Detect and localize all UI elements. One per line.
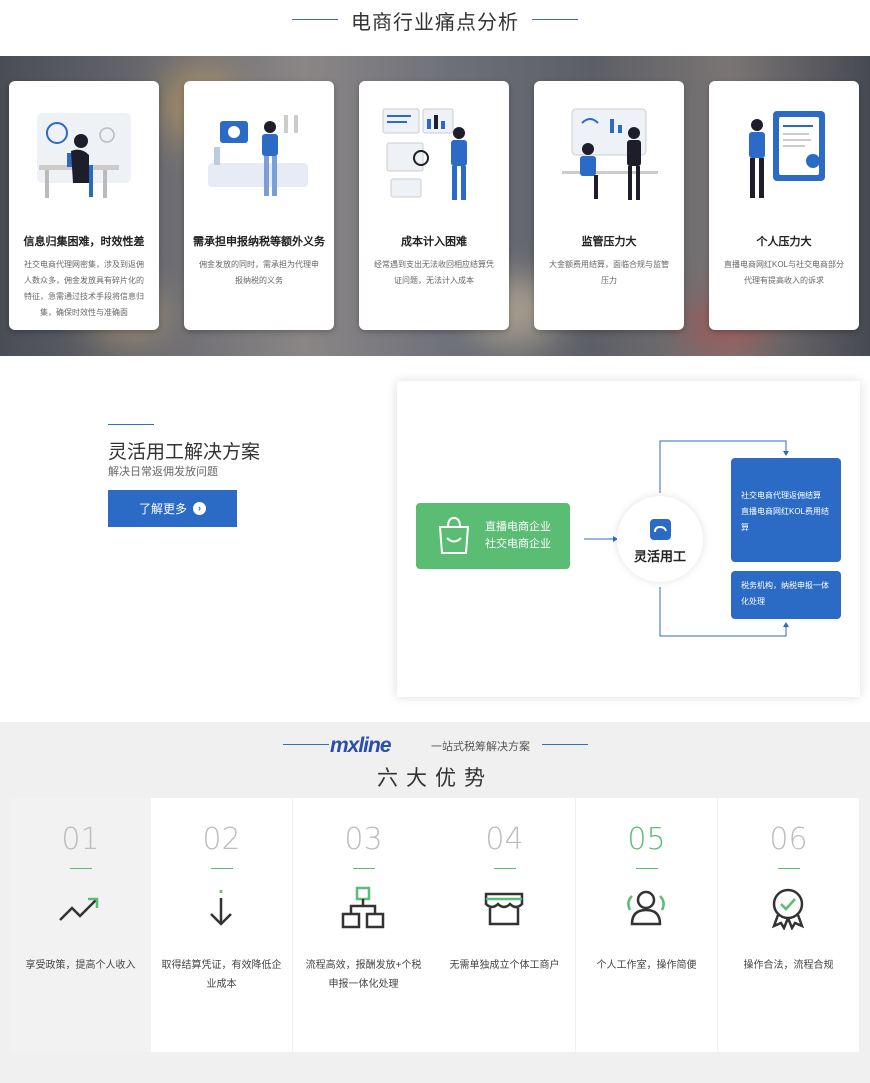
brand-tagline: 一站式税筹解决方案 (431, 741, 530, 753)
pain-card-tax: 需承担申报纳税等额外义务 佣金发放的同时，需承担为代理申报纳税的义务 (184, 81, 334, 330)
pain-card-regulation: 监管压力大 大金额费用结算，面临合规与监管压力 (534, 81, 684, 330)
solution-title: 灵活用工解决方案 (108, 442, 261, 463)
green-underline (494, 868, 516, 869)
card-title: 个人压力大 (756, 236, 812, 248)
settlement-line-1: 社交电商代理返佣结算 (741, 491, 821, 500)
merchant-line-social: 社交电商企业 (485, 538, 551, 550)
invoice-person-illustration (749, 111, 825, 198)
settlement-line-2: 直播电商网红KOL费用结算 (741, 507, 830, 532)
green-underline (636, 868, 658, 869)
pain-card-personal: 个人压力大 直播电商网红KOL与社交电商部分代理有提高收入的诉求 (709, 81, 859, 330)
advantage-text: 享受政策，提高个人收入 (25, 960, 136, 971)
card-title: 需承担申报纳税等额外义务 (193, 236, 325, 248)
org-chart-icon (341, 886, 385, 929)
advantage-text: 流程高效，报酬发放+个税申报一体化处理 (305, 960, 422, 990)
card-title: 成本计入困难 (401, 236, 467, 248)
advantage-text: 个人工作室，操作简便 (596, 960, 697, 971)
advantage-number: 01 (61, 822, 100, 857)
advantage-tile: 02 取得结算凭证，有效降低企业成本 (151, 798, 292, 1052)
advantage-text: 操作合法，流程合规 (743, 960, 834, 971)
green-underline (211, 868, 233, 869)
chevron-right-icon: › (193, 502, 206, 515)
green-underline (778, 868, 800, 869)
card-desc: 直播电商网红KOL与社交电商部分代理有提高收入的诉求 (723, 260, 844, 285)
pain-section-title: 电商行业痛点分析 (351, 12, 519, 34)
pain-card-info: 信息归集困难，时效性差 社交电商代理网密集，涉及到返佣人数众多，佣金发放具有碎片… (9, 81, 159, 330)
card-desc: 社交电商代理网密集，涉及到返佣人数众多，佣金发放具有碎片化的特征，急需通过技术手… (24, 260, 144, 317)
title-divider-right (532, 19, 578, 20)
settlement-box: 社交电商代理返佣结算 直播电商网红KOL费用结算 (731, 458, 841, 562)
badge-check-icon (771, 888, 805, 930)
advantages-section: mxline 一站式税筹解决方案 六大优势 01 享受政策，提高个人收入 02 … (0, 722, 870, 1083)
advantage-number: 05 (627, 822, 666, 857)
tax-duty-illustration (208, 115, 308, 196)
advantage-text: 无需单独成立个体工商户 (449, 960, 560, 971)
pain-section-header: 电商行业痛点分析 (0, 0, 870, 56)
pain-banner: 信息归集困难，时效性差 社交电商代理网密集，涉及到返佣人数众多，佣金发放具有碎片… (0, 56, 870, 356)
green-underline (70, 868, 92, 869)
card-title: 监管压力大 (581, 236, 637, 248)
advantages-title: 六大优势 (377, 767, 493, 790)
merchant-line-live: 直播电商企业 (485, 521, 551, 533)
advantage-tile: 04 无需单独成立个体工商户 (434, 798, 575, 1052)
advantage-number: 02 (202, 822, 241, 857)
flexible-work-node: 灵活用工 (617, 496, 703, 582)
advantage-tile: 03 流程高效，报酬发放+个税申报一体化处理 (293, 798, 434, 1052)
worried-worker-illustration (37, 113, 131, 198)
arrow-down-icon (210, 890, 232, 926)
brand-divider-left (283, 744, 329, 745)
solution-divider (108, 424, 154, 425)
regulation-meeting-illustration (562, 108, 658, 200)
users-icon (627, 890, 665, 926)
card-desc: 大金额费用结算，面临合规与监管压力 (549, 260, 669, 285)
shopping-bag-icon (438, 516, 470, 554)
brand-logo: mxline (330, 734, 392, 757)
merchant-box: 直播电商企业 社交电商企业 (416, 503, 570, 569)
advantage-tile: 05 个人工作室，操作简便 (576, 798, 717, 1052)
advantage-tile: 01 享受政策，提高个人收入 (10, 798, 151, 1052)
tax-office-line: 税务机构，纳税申报一体化处理 (741, 581, 829, 606)
card-title: 信息归集困难，时效性差 (23, 236, 145, 248)
store-icon (484, 892, 524, 926)
card-desc: 经常遇到支出无法收回相应结算凭证问题，无法计入成本 (374, 260, 494, 285)
cost-analysis-illustration (382, 108, 467, 200)
green-underline (353, 868, 375, 869)
solution-flow-diagram: 直播电商企业 社交电商企业 灵活用工 社交电商代理返佣结算 直播电商网红KOL费… (397, 381, 860, 697)
advantage-tile: 06 操作合法，流程合规 (718, 798, 859, 1052)
solution-subtitle: 解决日常返佣发放问题 (108, 466, 218, 478)
pain-card-cost: 成本计入困难 经常遇到支出无法收回相应结算凭证问题，无法计入成本 (359, 81, 509, 330)
advantage-text: 取得结算凭证，有效降低企业成本 (161, 960, 282, 990)
brand-divider-right (542, 744, 588, 745)
advantage-number: 04 (485, 822, 524, 857)
advantage-number: 06 (769, 822, 808, 857)
learn-more-button[interactable]: 了解更多 › (108, 490, 237, 527)
cloud-logo-icon (650, 519, 671, 540)
learn-more-label: 了解更多 (138, 502, 187, 516)
trend-up-icon (59, 897, 99, 921)
flexible-work-label: 灵活用工 (633, 549, 686, 564)
card-desc: 佣金发放的同时，需承担为代理申报纳税的义务 (199, 260, 319, 285)
tax-office-box: 税务机构，纳税申报一体化处理 (731, 571, 841, 619)
advantage-number: 03 (344, 822, 383, 857)
